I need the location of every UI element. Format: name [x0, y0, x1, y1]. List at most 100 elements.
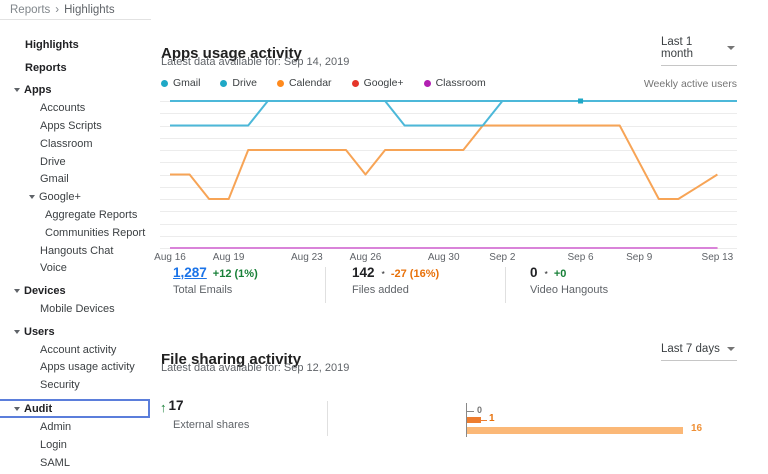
breadcrumb: Reports › Highlights	[0, 0, 151, 20]
sidebar-item-apps-scripts[interactable]: Apps Scripts	[0, 117, 150, 135]
trend-up-icon: ↑	[160, 400, 167, 415]
legend-label: Calendar	[289, 77, 332, 89]
sidebar-item-reports[interactable]: Reports	[0, 59, 150, 77]
sidebar-item-label: Users	[24, 326, 55, 338]
legend-label: Gmail	[173, 77, 200, 89]
sidebar-item-label: Classroom	[40, 138, 93, 150]
bar-segment	[467, 427, 683, 434]
bar-leader-line	[481, 420, 487, 421]
legend-item-gmail: Gmail	[161, 77, 200, 89]
stat-value-row: 0 * +0	[530, 265, 608, 280]
file-sharing-subtitle: Latest data available for: Sep 12, 2019	[161, 362, 349, 374]
stat-value-row: 142*-27 (16%)	[352, 265, 439, 280]
external-shares-label: External shares	[173, 419, 249, 431]
reports-sidebar-nav: Highlights Reports Apps Accounts Apps Script…	[0, 21, 150, 474]
sidebar-item-accounts[interactable]: Accounts	[0, 99, 150, 117]
legend-item-classroom: Classroom	[424, 77, 486, 89]
sidebar-item-label: SAML	[40, 457, 70, 469]
sidebar-item-devices[interactable]: Devices	[0, 282, 150, 300]
admin-reports-highlights-page: Reports › Highlights Highlights Reports Ap…	[0, 0, 768, 474]
bar-value-label: 16	[691, 423, 702, 434]
sidebar-item-label: Apps	[24, 84, 52, 96]
x-tick-label: Sep 6	[567, 252, 593, 263]
file-sharing-bar-chart: 0116	[466, 403, 756, 445]
apps-usage-subtitle: Latest data available for: Sep 14, 2019	[161, 56, 349, 68]
stat-delta: +0	[554, 268, 567, 280]
sidebar-item-label: Communities Report	[45, 227, 145, 239]
sidebar-item-security[interactable]: Security	[0, 376, 150, 394]
sidebar-item-classroom[interactable]: Classroom	[0, 135, 150, 153]
sidebar-item-account-activity[interactable]: Account activity	[0, 341, 150, 359]
sidebar-item-apps-usage-activity[interactable]: Apps usage activity	[0, 359, 150, 377]
stat-files-added: 142*-27 (16%)Files added	[352, 265, 439, 296]
x-tick-label: Sep 13	[702, 252, 734, 263]
legend-item-drive: Drive	[220, 77, 257, 89]
sidebar-item-label: Drive	[40, 156, 66, 168]
x-tick-label: Aug 16	[154, 252, 186, 263]
stat-value-link[interactable]: 1,287	[173, 265, 207, 280]
expand-arrow-icon[interactable]	[14, 330, 20, 334]
zero-tick	[466, 411, 474, 412]
sidebar-item-saml[interactable]: SAML	[0, 454, 150, 472]
stat-divider	[505, 267, 506, 303]
breadcrumb-separator-icon: ›	[55, 4, 59, 16]
bar-value-label: 0	[477, 405, 482, 415]
expand-arrow-icon[interactable]	[14, 407, 20, 411]
sidebar-item-label: Devices	[24, 285, 66, 297]
legend-label: Google+	[364, 77, 404, 89]
x-tick-label: Sep 9	[626, 252, 652, 263]
stat-label: Video Hangouts	[530, 284, 608, 296]
breadcrumb-current: Highlights	[64, 4, 115, 16]
x-tick-label: Sep 2	[489, 252, 515, 263]
legend-item-calendar: Calendar	[277, 77, 332, 89]
sidebar-item-label: Admin	[40, 421, 71, 433]
stat-value: 0	[530, 265, 538, 280]
expand-arrow-icon[interactable]	[14, 88, 20, 92]
x-tick-label: Aug 19	[213, 252, 245, 263]
date-range-dropdown-apps-usage[interactable]: Last 1 month	[661, 36, 737, 66]
sidebar-item-highlights[interactable]: Highlights	[0, 36, 150, 54]
sidebar-item-label: Apps Scripts	[40, 120, 102, 132]
sidebar-item-mobile-devices[interactable]: Mobile Devices	[0, 300, 150, 318]
sidebar-item-label: Apps usage activity	[40, 361, 135, 373]
breadcrumb-reports-link[interactable]: Reports	[10, 4, 50, 16]
sidebar-item-hangouts-chat[interactable]: Hangouts Chat	[0, 242, 150, 260]
sidebar-item-google[interactable]: Google+	[0, 188, 150, 206]
sidebar-item-login[interactable]: Login	[0, 436, 150, 454]
x-tick-label: Aug 26	[350, 252, 382, 263]
sidebar-item-audit[interactable]: Audit	[0, 399, 150, 418]
expand-arrow-icon[interactable]	[29, 195, 35, 199]
sidebar-item-label: Security	[40, 379, 80, 391]
sidebar-item-label: Google+	[39, 191, 81, 203]
sidebar-item-communities-report[interactable]: Communities Report	[0, 224, 150, 242]
sidebar-item-label: Login	[40, 439, 67, 451]
expand-arrow-icon[interactable]	[14, 289, 20, 293]
x-tick-label: Aug 30	[428, 252, 460, 263]
sidebar-item-aggregate-reports[interactable]: Aggregate Reports	[0, 206, 150, 224]
date-range-dropdown-file-sharing[interactable]: Last 7 days	[661, 343, 737, 361]
stat-value: 142	[352, 265, 375, 280]
sidebar-item-users[interactable]: Users	[0, 323, 150, 341]
sidebar-item-voice[interactable]: Voice	[0, 260, 150, 278]
sidebar-item-apps[interactable]: Apps	[0, 82, 150, 100]
chevron-down-icon	[727, 46, 735, 50]
stat-divider	[325, 267, 326, 303]
legend-dot-drive	[220, 80, 227, 87]
legend-dot-gmail	[161, 80, 168, 87]
legend-label: Classroom	[436, 77, 486, 89]
legend-label: Drive	[232, 77, 257, 89]
stat-value-row: 1,287+12 (1%)	[173, 265, 258, 280]
sidebar-item-gmail[interactable]: Gmail	[0, 171, 150, 189]
stat-label: Total Emails	[173, 284, 258, 296]
sidebar-item-drive[interactable]: Drive	[0, 153, 150, 171]
legend-dot-classroom	[424, 80, 431, 87]
sidebar-item-label: Hangouts Chat	[40, 245, 113, 257]
legend-dot-calendar	[277, 80, 284, 87]
data-point-marker	[578, 99, 583, 104]
sidebar-item-label: Audit	[24, 403, 52, 415]
stat-footnote-mark: *	[545, 269, 548, 279]
bar-segment	[467, 417, 481, 423]
sidebar-item-admin[interactable]: Admin	[0, 418, 150, 436]
legend-dot-google	[352, 80, 359, 87]
chart-axis-note: Weekly active users	[644, 78, 737, 90]
